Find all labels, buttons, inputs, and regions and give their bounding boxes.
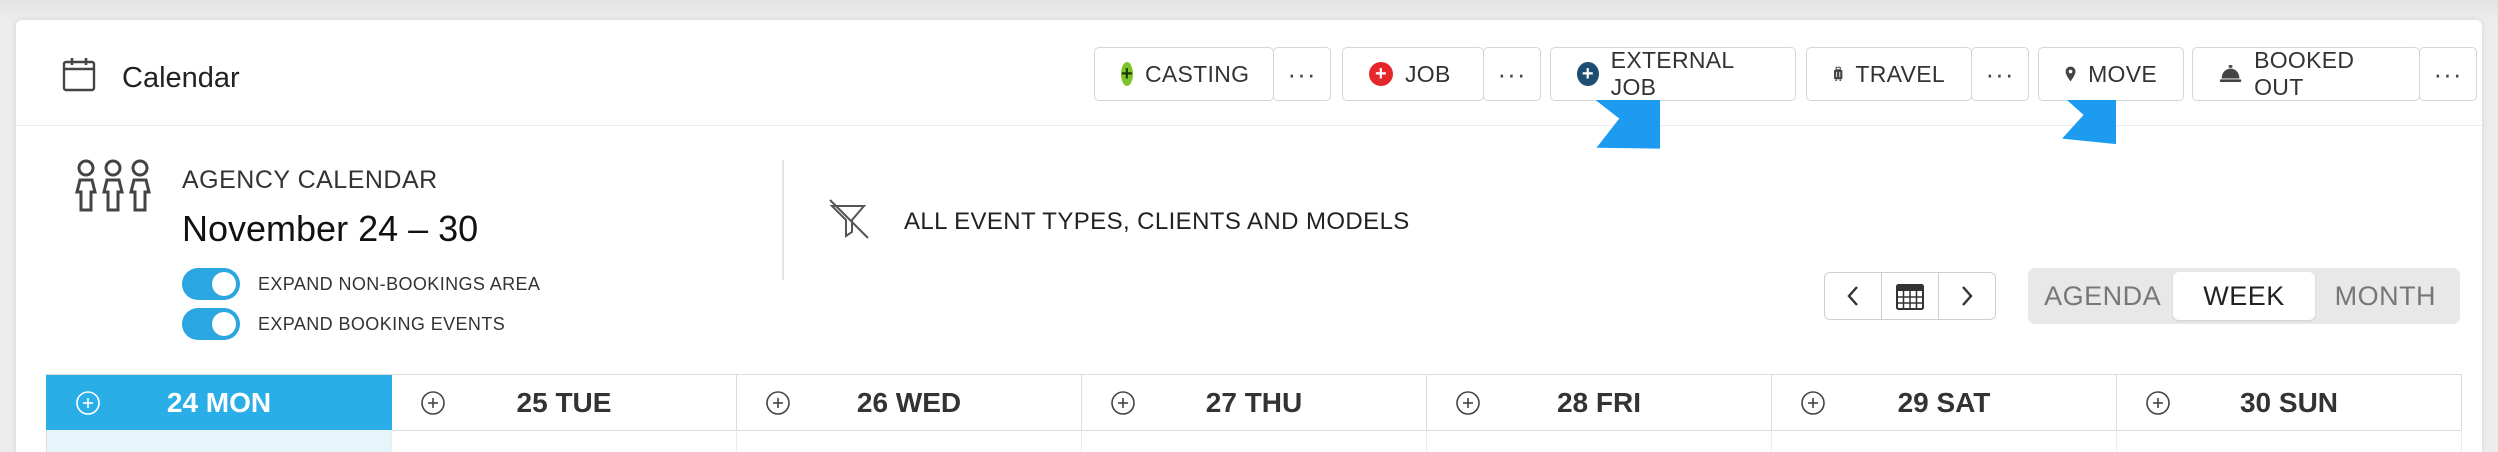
previous-week-button[interactable]	[1825, 273, 1881, 319]
day-header-sat[interactable]: 29 SAT	[1772, 375, 2117, 431]
travel-button[interactable]: TRAVEL	[1806, 47, 1972, 101]
casting-more-button[interactable]: ···	[1273, 47, 1331, 101]
day-header-fri[interactable]: 28 FRI	[1427, 375, 1772, 431]
agency-calendar-label: AGENCY CALENDAR	[182, 166, 438, 194]
view-agenda-button[interactable]: AGENDA	[2032, 272, 2173, 320]
day-header-mon[interactable]: 24 MON	[46, 375, 392, 431]
job-more-button[interactable]: ···	[1483, 47, 1541, 101]
add-event-icon[interactable]	[765, 390, 791, 416]
day-column[interactable]	[1772, 430, 2117, 452]
annotation-arrow-move	[2019, 100, 2116, 147]
week-day-columns	[46, 430, 2462, 452]
date-range-title: November 24 – 30	[182, 208, 479, 249]
date-picker-button[interactable]	[1881, 273, 1938, 319]
day-header-sun[interactable]: 30 SUN	[2117, 375, 2462, 431]
travel-label: TRAVEL	[1855, 60, 1945, 87]
chevron-right-icon	[1962, 286, 1973, 306]
add-event-icon[interactable]	[75, 390, 101, 416]
add-event-icon[interactable]	[1800, 390, 1826, 416]
toggle-label: EXPAND NON-BOOKINGS AREA	[258, 273, 541, 294]
map-pin-icon	[2065, 66, 2076, 82]
day-label: 24 MON	[166, 386, 272, 418]
add-event-icon[interactable]	[420, 390, 446, 416]
job-label: JOB	[1405, 60, 1451, 87]
day-header-tue[interactable]: 25 TUE	[392, 375, 737, 431]
date-navigation	[1824, 272, 1996, 320]
filter-off-icon[interactable]	[828, 198, 872, 242]
view-switcher: AGENDA WEEK MONTH	[2028, 268, 2460, 324]
plus-circle-icon: +	[1369, 62, 1393, 86]
day-label: 30 SUN	[2239, 386, 2339, 418]
chevron-left-icon	[1847, 286, 1858, 306]
add-event-icon[interactable]	[2145, 390, 2171, 416]
calendar-icon	[62, 58, 96, 92]
booked-out-more-button[interactable]: ···	[2419, 47, 2477, 101]
day-header-wed[interactable]: 26 WED	[737, 375, 1082, 431]
toggle-label: EXPAND BOOKING EVENTS	[258, 313, 506, 334]
casting-label: CASTING	[1144, 60, 1250, 87]
move-button[interactable]: MOVE	[2038, 47, 2184, 101]
day-label: 29 SAT	[1897, 386, 1991, 418]
plus-circle-icon: +	[1121, 62, 1133, 86]
page-title: Calendar	[122, 62, 240, 94]
service-bell-icon	[2219, 65, 2242, 82]
section-divider	[782, 160, 784, 280]
next-week-button[interactable]	[1938, 273, 1995, 319]
casting-button[interactable]: + CASTING	[1094, 47, 1274, 101]
day-label: 28 FRI	[1556, 386, 1642, 418]
toggle-switch[interactable]	[182, 268, 240, 300]
day-label: 27 THU	[1205, 386, 1303, 418]
view-week-button[interactable]: WEEK	[2173, 272, 2315, 320]
plus-circle-icon: +	[1577, 62, 1599, 86]
travel-more-button[interactable]: ···	[1971, 47, 2029, 101]
external-job-label: EXTERNAL JOB	[1610, 47, 1734, 100]
day-header-thu[interactable]: 27 THU	[1082, 375, 1427, 431]
day-column[interactable]	[46, 430, 392, 452]
move-label: MOVE	[2088, 60, 2157, 87]
day-label: 26 WED	[856, 386, 962, 418]
job-button[interactable]: + JOB	[1342, 47, 1484, 101]
day-column[interactable]	[392, 430, 737, 452]
window-top-edge	[0, 0, 2498, 20]
add-event-icon[interactable]	[1455, 390, 1481, 416]
day-column[interactable]	[1427, 430, 1772, 452]
day-column[interactable]	[737, 430, 1082, 452]
annotation-arrow-external-job	[1531, 100, 1660, 149]
toggle-switch[interactable]	[182, 308, 240, 340]
luggage-icon	[1834, 66, 1843, 82]
day-column[interactable]	[2117, 430, 2462, 452]
day-label: 25 TUE	[516, 386, 612, 418]
people-group-icon	[75, 159, 151, 212]
external-job-button[interactable]: + EXTERNAL JOB	[1550, 47, 1796, 101]
view-month-button[interactable]: MONTH	[2315, 272, 2456, 320]
event-filter-summary[interactable]: ALL EVENT TYPES, CLIENTS AND MODELS	[904, 208, 1410, 236]
calendar-grid-icon	[1896, 284, 1924, 310]
booked-out-label: BOOKED OUT	[2254, 47, 2355, 100]
day-column[interactable]	[1082, 430, 1427, 452]
booked-out-button[interactable]: BOOKED OUT	[2192, 47, 2420, 101]
toggle-booking-events[interactable]: EXPAND BOOKING EVENTS	[182, 308, 505, 340]
add-event-icon[interactable]	[1110, 390, 1136, 416]
toggle-non-bookings-area[interactable]: EXPAND NON-BOOKINGS AREA	[182, 268, 540, 300]
